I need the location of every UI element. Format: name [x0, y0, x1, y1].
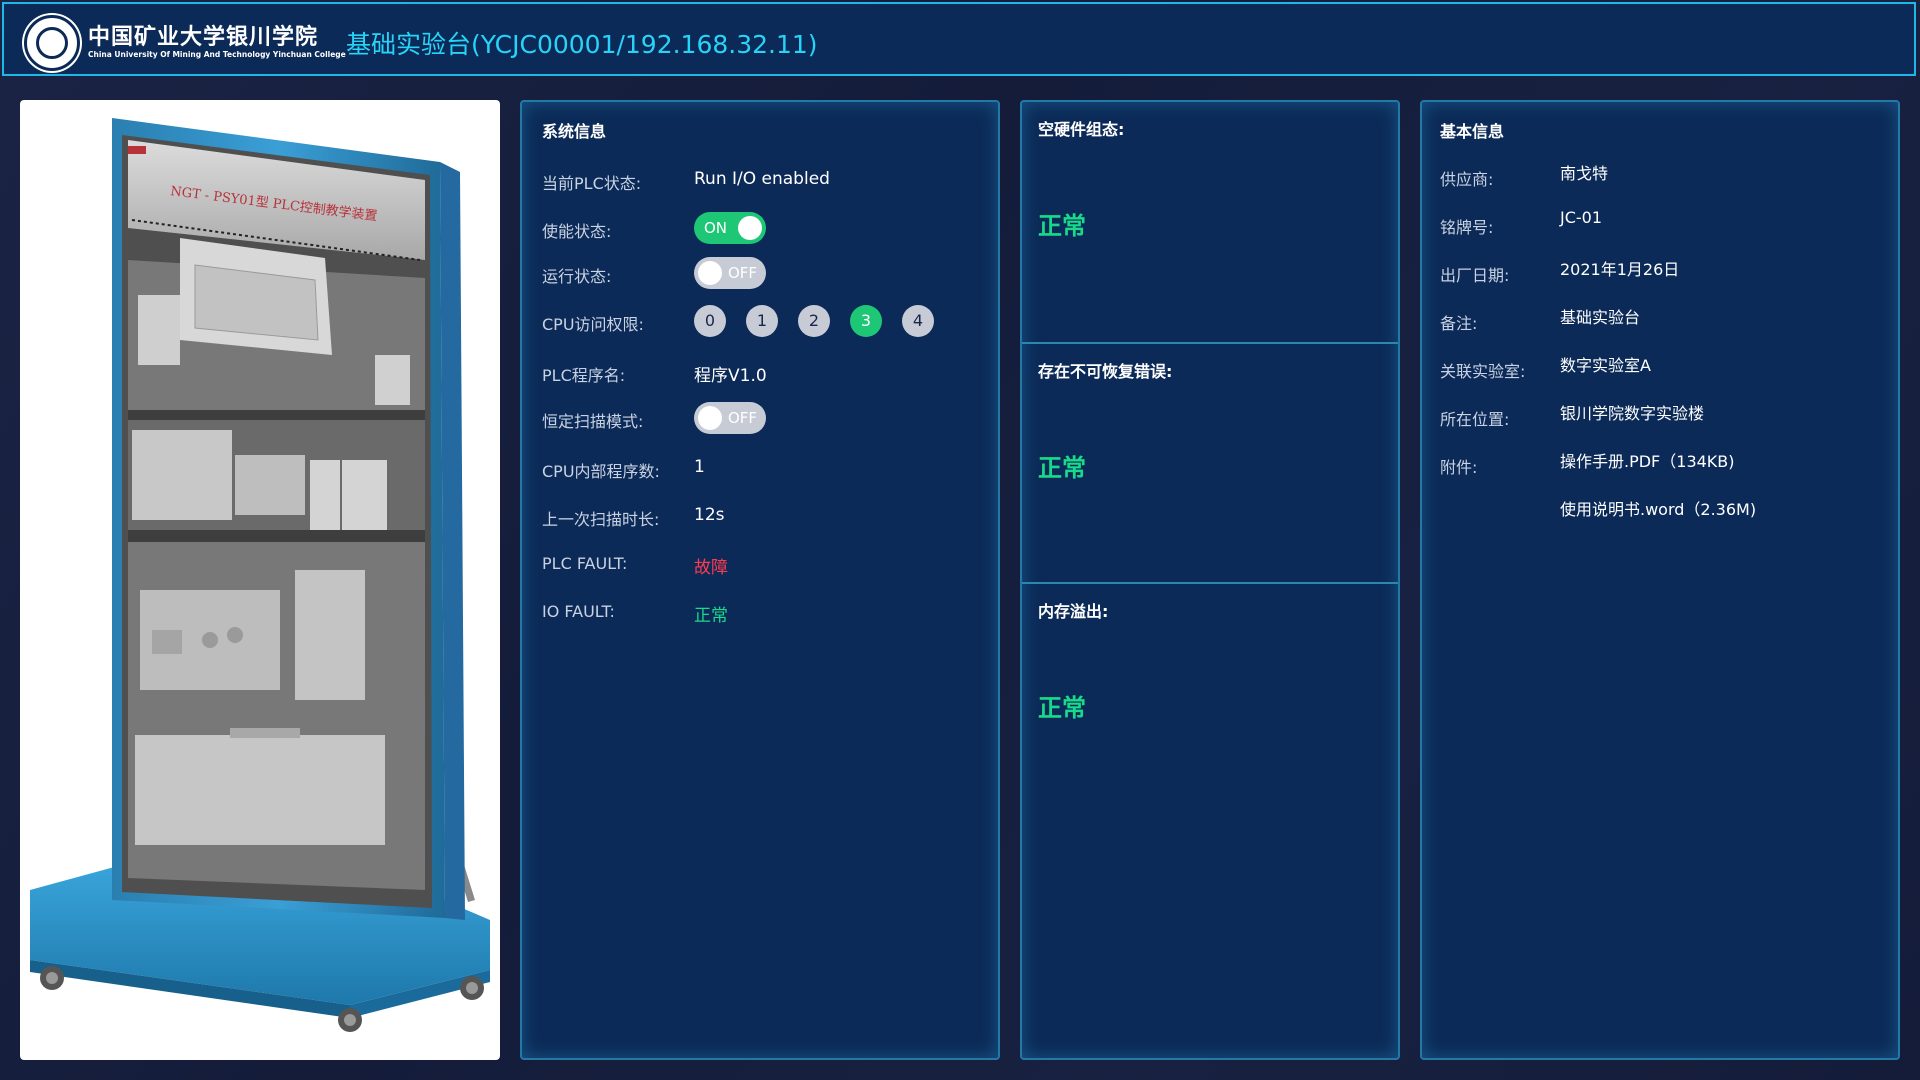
device-illustration: NGT - PSY01型 PLC控制教学装置 [30, 118, 490, 1032]
cpu-program-count-row: CPU内部程序数: 1 [522, 452, 998, 482]
remark-value: 基础实验台 [1560, 308, 1641, 327]
university-seal-logo [24, 15, 80, 71]
linked-lab-label: 关联实验室: [1440, 362, 1526, 381]
plc-fault-label: PLC FAULT: [542, 554, 628, 573]
cpu-access-level-3[interactable]: 3 [850, 305, 882, 337]
const-scan-toggle-text: OFF [727, 409, 757, 427]
supplier-value: 南戈特 [1560, 164, 1609, 183]
nameplate-label: 铭牌号: [1440, 218, 1494, 237]
page-title: 基础实验台(YCJC00001/192.168.32.11) [346, 30, 818, 59]
status-section-empty-hw-config: 空硬件组态: 正常 [1022, 102, 1398, 342]
run-toggle-knob [698, 261, 722, 285]
basic-info-panel: 基本信息 供应商: 南戈特 铭牌号: JC-01 出厂日期: 2021年1月26… [1420, 100, 1900, 1060]
memory-overflow-value: 正常 [1038, 694, 1086, 722]
attachment-label: 附件: [1440, 458, 1478, 477]
cpu-access-level-2[interactable]: 2 [798, 305, 830, 337]
memory-overflow-label: 内存溢出: [1038, 602, 1109, 621]
university-name-cn: 中国矿业大学银川学院 [88, 24, 319, 50]
location-row: 所在位置: 银川学院数字实验楼 [1422, 400, 1898, 430]
unrecoverable-error-label: 存在不可恢复错误: [1038, 362, 1173, 381]
device-image-panel: NGT - PSY01型 PLC控制教学装置 [20, 100, 500, 1060]
run-state-row: 运行状态: OFF [522, 257, 998, 289]
run-state-toggle[interactable]: OFF [694, 257, 766, 289]
linked-lab-value: 数字实验室A [1560, 356, 1651, 375]
const-scan-toggle-knob [698, 406, 722, 430]
top-header-bar: 中国矿业大学银川学院 China University Of Mining An… [2, 2, 1916, 76]
last-scan-row: 上一次扫描时长: 12s [522, 500, 998, 530]
const-scan-toggle[interactable]: OFF [694, 402, 766, 434]
attachment-link-instructions-word[interactable]: 使用说明书.word（2.36M) [1560, 496, 1756, 520]
program-name-row: PLC程序名: 程序V1.0 [522, 356, 998, 386]
manufacture-date-label: 出厂日期: [1440, 266, 1510, 285]
attachment-row: 附件: 操作手册.PDF（134KB) [1422, 448, 1898, 478]
unrecoverable-error-value: 正常 [1038, 454, 1086, 482]
enable-state-label: 使能状态: [542, 222, 612, 241]
cpu-access-level-0[interactable]: 0 [694, 305, 726, 337]
empty-hw-config-label: 空硬件组态: [1038, 120, 1125, 139]
enable-state-row: 使能状态: ON [522, 212, 998, 244]
status-section-unrecoverable-error: 存在不可恢复错误: 正常 [1022, 342, 1398, 584]
cpu-program-count-value: 1 [694, 457, 705, 477]
cpu-program-count-label: CPU内部程序数: [542, 462, 660, 481]
last-scan-label: 上一次扫描时长: [542, 510, 660, 529]
manufacture-date-value: 2021年1月26日 [1560, 260, 1680, 279]
plc-state-value: Run I/O enabled [694, 169, 830, 189]
enable-toggle-text: ON [704, 219, 728, 237]
cpu-access-label: CPU访问权限: [542, 315, 644, 334]
linked-lab-row: 关联实验室: 数字实验室A [1422, 352, 1898, 382]
plc-fault-row: PLC FAULT: 故障 [522, 548, 998, 578]
remark-row: 备注: 基础实验台 [1422, 304, 1898, 334]
run-state-label: 运行状态: [542, 267, 612, 286]
program-name-label: PLC程序名: [542, 366, 626, 385]
io-fault-row: IO FAULT: 正常 [522, 596, 998, 626]
plc-fault-value: 故障 [694, 558, 728, 578]
const-scan-row: 恒定扫描模式: OFF [522, 402, 998, 434]
io-fault-label: IO FAULT: [542, 602, 615, 621]
system-info-title: 系统信息 [542, 122, 607, 141]
remark-label: 备注: [1440, 314, 1478, 333]
nameplate-value: JC-01 [1560, 208, 1603, 227]
cpu-access-row: CPU访问权限: 0 1 2 3 4 [522, 305, 998, 337]
location-value: 银川学院数字实验楼 [1560, 404, 1705, 423]
location-label: 所在位置: [1440, 410, 1510, 429]
io-fault-value: 正常 [694, 606, 728, 626]
last-scan-value: 12s [694, 505, 725, 525]
const-scan-label: 恒定扫描模式: [542, 412, 644, 431]
cpu-access-level-1[interactable]: 1 [746, 305, 778, 337]
enable-toggle-knob [738, 216, 762, 240]
supplier-label: 供应商: [1440, 170, 1494, 189]
plc-state-label: 当前PLC状态: [542, 174, 642, 193]
attachment-row-2: 使用说明书.word（2.36M) [1422, 496, 1898, 526]
enable-state-toggle[interactable]: ON [694, 212, 766, 244]
program-name-value: 程序V1.0 [694, 366, 767, 386]
status-section-memory-overflow: 内存溢出: 正常 [1022, 582, 1398, 824]
system-info-panel: 系统信息 当前PLC状态: Run I/O enabled 使能状态: ON 运… [520, 100, 1000, 1060]
supplier-row: 供应商: 南戈特 [1422, 160, 1898, 190]
basic-info-title: 基本信息 [1440, 122, 1505, 141]
cpu-access-level-4[interactable]: 4 [902, 305, 934, 337]
plc-state-row: 当前PLC状态: Run I/O enabled [522, 164, 998, 194]
university-name-en: China University Of Mining And Technolog… [88, 50, 346, 59]
manufacture-date-row: 出厂日期: 2021年1月26日 [1422, 256, 1898, 286]
empty-hw-config-value: 正常 [1038, 212, 1086, 240]
run-toggle-text: OFF [727, 264, 757, 282]
nameplate-row: 铭牌号: JC-01 [1422, 208, 1898, 238]
attachment-link-manual-pdf[interactable]: 操作手册.PDF（134KB) [1560, 448, 1735, 472]
hardware-status-panel: 空硬件组态: 正常 存在不可恢复错误: 正常 内存溢出: 正常 [1020, 100, 1400, 1060]
